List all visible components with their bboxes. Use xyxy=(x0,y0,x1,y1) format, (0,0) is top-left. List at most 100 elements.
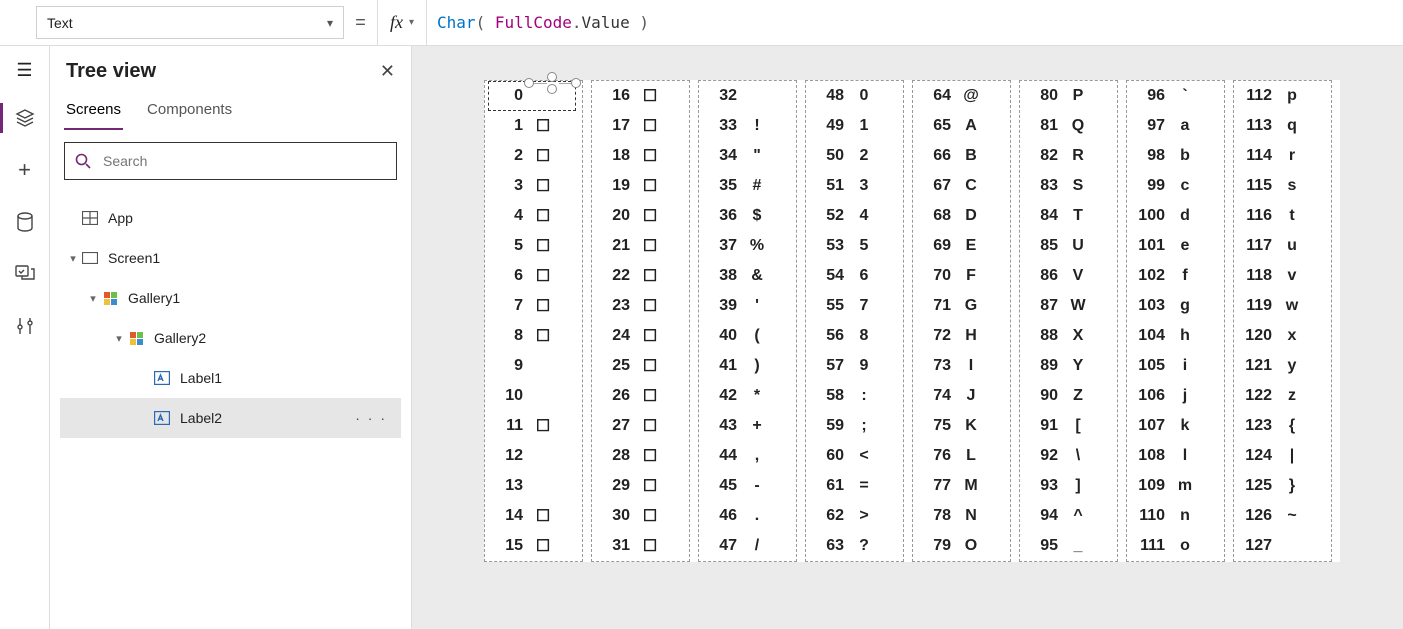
ascii-cell[interactable]: 44, xyxy=(703,441,791,471)
ascii-cell[interactable]: 29☐ xyxy=(596,471,684,501)
tree-node-label2[interactable]: Label2 · · · xyxy=(60,398,401,438)
ascii-cell[interactable]: 111o xyxy=(1131,531,1219,561)
gallery1-column[interactable]: 48049150251352453554655756857958:59;60<6… xyxy=(805,80,904,562)
tab-components[interactable]: Components xyxy=(145,95,234,130)
ascii-cell[interactable]: 116t xyxy=(1238,201,1326,231)
ascii-cell[interactable]: 502 xyxy=(810,141,898,171)
ascii-cell[interactable]: 119w xyxy=(1238,291,1326,321)
ascii-cell[interactable]: 20☐ xyxy=(596,201,684,231)
ascii-cell[interactable]: 110n xyxy=(1131,501,1219,531)
ascii-cell[interactable]: 112p xyxy=(1238,81,1326,111)
ascii-cell[interactable]: 107k xyxy=(1131,411,1219,441)
ascii-cell[interactable]: 97a xyxy=(1131,111,1219,141)
ascii-cell[interactable]: 80P xyxy=(1024,81,1112,111)
ascii-cell[interactable]: 74J xyxy=(917,381,1005,411)
ascii-cell[interactable]: 88X xyxy=(1024,321,1112,351)
ascii-cell[interactable]: 82R xyxy=(1024,141,1112,171)
screen-preview[interactable]: 01☐2☐3☐4☐5☐6☐7☐8☐91011☐121314☐15☐16☐17☐1… xyxy=(484,80,1340,562)
gallery1-column[interactable]: 64@65A66B67C68D69E70F71G72H73I74J75K76L7… xyxy=(912,80,1011,562)
ascii-cell[interactable]: 58: xyxy=(810,381,898,411)
ascii-cell[interactable]: 115s xyxy=(1238,171,1326,201)
tree-search[interactable] xyxy=(64,142,397,180)
tree-node-gallery2[interactable]: ▾ Gallery2 xyxy=(60,318,401,358)
ascii-cell[interactable]: 27☐ xyxy=(596,411,684,441)
fx-button[interactable]: fx ▾ xyxy=(378,0,427,45)
close-icon[interactable]: ✕ xyxy=(380,61,395,82)
ascii-cell[interactable]: 108l xyxy=(1131,441,1219,471)
ascii-cell[interactable]: 65A xyxy=(917,111,1005,141)
ascii-cell[interactable]: 73I xyxy=(917,351,1005,381)
ascii-cell[interactable]: 14☐ xyxy=(489,501,577,531)
gallery1-column[interactable]: 80P81Q82R83S84T85U86V87W88X89Y90Z91[92\9… xyxy=(1019,80,1118,562)
ascii-cell[interactable]: 36$ xyxy=(703,201,791,231)
ascii-cell[interactable]: 66B xyxy=(917,141,1005,171)
ascii-cell[interactable]: 59; xyxy=(810,411,898,441)
ascii-cell[interactable]: 19☐ xyxy=(596,171,684,201)
tree-node-app[interactable]: App xyxy=(60,198,401,238)
ascii-cell[interactable]: 106j xyxy=(1131,381,1219,411)
ascii-cell[interactable]: 568 xyxy=(810,321,898,351)
ascii-cell[interactable]: 28☐ xyxy=(596,441,684,471)
hamburger-icon[interactable]: ☰ xyxy=(16,60,32,81)
ascii-cell[interactable]: 11☐ xyxy=(489,411,577,441)
ascii-cell[interactable]: 8☐ xyxy=(489,321,577,351)
ascii-cell[interactable]: 72H xyxy=(917,321,1005,351)
ascii-cell[interactable]: 125} xyxy=(1238,471,1326,501)
ascii-cell[interactable]: 118v xyxy=(1238,261,1326,291)
ascii-cell[interactable]: 93] xyxy=(1024,471,1112,501)
ascii-cell[interactable]: 87W xyxy=(1024,291,1112,321)
ascii-cell[interactable]: 535 xyxy=(810,231,898,261)
ascii-cell[interactable]: 16☐ xyxy=(596,81,684,111)
ascii-cell[interactable]: 30☐ xyxy=(596,501,684,531)
ascii-cell[interactable]: 513 xyxy=(810,171,898,201)
ascii-cell[interactable]: 103g xyxy=(1131,291,1219,321)
ascii-cell[interactable]: 96` xyxy=(1131,81,1219,111)
gallery1-column[interactable]: 96`97a98b99c100d101e102f103g104h105i106j… xyxy=(1126,80,1225,562)
ascii-cell[interactable]: 117u xyxy=(1238,231,1326,261)
ascii-cell[interactable]: 84T xyxy=(1024,201,1112,231)
ascii-cell[interactable]: 41) xyxy=(703,351,791,381)
ascii-cell[interactable]: 98b xyxy=(1131,141,1219,171)
ascii-cell[interactable]: 46. xyxy=(703,501,791,531)
ascii-cell[interactable]: 7☐ xyxy=(489,291,577,321)
ascii-cell[interactable]: 123{ xyxy=(1238,411,1326,441)
ascii-cell[interactable]: 63? xyxy=(810,531,898,561)
ascii-cell[interactable]: 35# xyxy=(703,171,791,201)
ascii-cell[interactable]: 4☐ xyxy=(489,201,577,231)
ascii-cell[interactable]: 23☐ xyxy=(596,291,684,321)
ascii-cell[interactable]: 105i xyxy=(1131,351,1219,381)
ascii-cell[interactable]: 579 xyxy=(810,351,898,381)
rail-media[interactable] xyxy=(0,259,50,289)
ascii-cell[interactable]: 99c xyxy=(1131,171,1219,201)
ascii-cell[interactable]: 89Y xyxy=(1024,351,1112,381)
more-icon[interactable]: · · · xyxy=(355,410,401,426)
ascii-cell[interactable]: 21☐ xyxy=(596,231,684,261)
ascii-cell[interactable]: 95_ xyxy=(1024,531,1112,561)
ascii-cell[interactable]: 1☐ xyxy=(489,111,577,141)
ascii-cell[interactable]: 61= xyxy=(810,471,898,501)
ascii-cell[interactable]: 60< xyxy=(810,441,898,471)
ascii-cell[interactable]: 17☐ xyxy=(596,111,684,141)
ascii-cell[interactable]: 70F xyxy=(917,261,1005,291)
ascii-cell[interactable]: 124| xyxy=(1238,441,1326,471)
tree-node-screen1[interactable]: ▾ Screen1 xyxy=(60,238,401,278)
rail-insert[interactable]: + xyxy=(0,155,50,185)
ascii-cell[interactable]: 18☐ xyxy=(596,141,684,171)
gallery1-column[interactable]: 112p113q114r115s116t117u118v119w120x121y… xyxy=(1233,80,1332,562)
ascii-cell[interactable]: 31☐ xyxy=(596,531,684,561)
ascii-cell[interactable]: 101e xyxy=(1131,231,1219,261)
gallery1-column[interactable]: 32 33!34"35#36$37%38&39'40(41)42*43+44,4… xyxy=(698,80,797,562)
ascii-cell[interactable]: 76L xyxy=(917,441,1005,471)
ascii-cell[interactable]: 92\ xyxy=(1024,441,1112,471)
ascii-cell[interactable]: 69E xyxy=(917,231,1005,261)
ascii-cell[interactable]: 45- xyxy=(703,471,791,501)
selection-handles[interactable] xyxy=(525,72,581,96)
ascii-cell[interactable]: 100d xyxy=(1131,201,1219,231)
rail-tools[interactable] xyxy=(0,311,50,341)
ascii-cell[interactable]: 22☐ xyxy=(596,261,684,291)
ascii-cell[interactable]: 491 xyxy=(810,111,898,141)
ascii-cell[interactable]: 120x xyxy=(1238,321,1326,351)
ascii-cell[interactable]: 83S xyxy=(1024,171,1112,201)
ascii-cell[interactable]: 77M xyxy=(917,471,1005,501)
ascii-cell[interactable]: 0 xyxy=(488,81,576,111)
